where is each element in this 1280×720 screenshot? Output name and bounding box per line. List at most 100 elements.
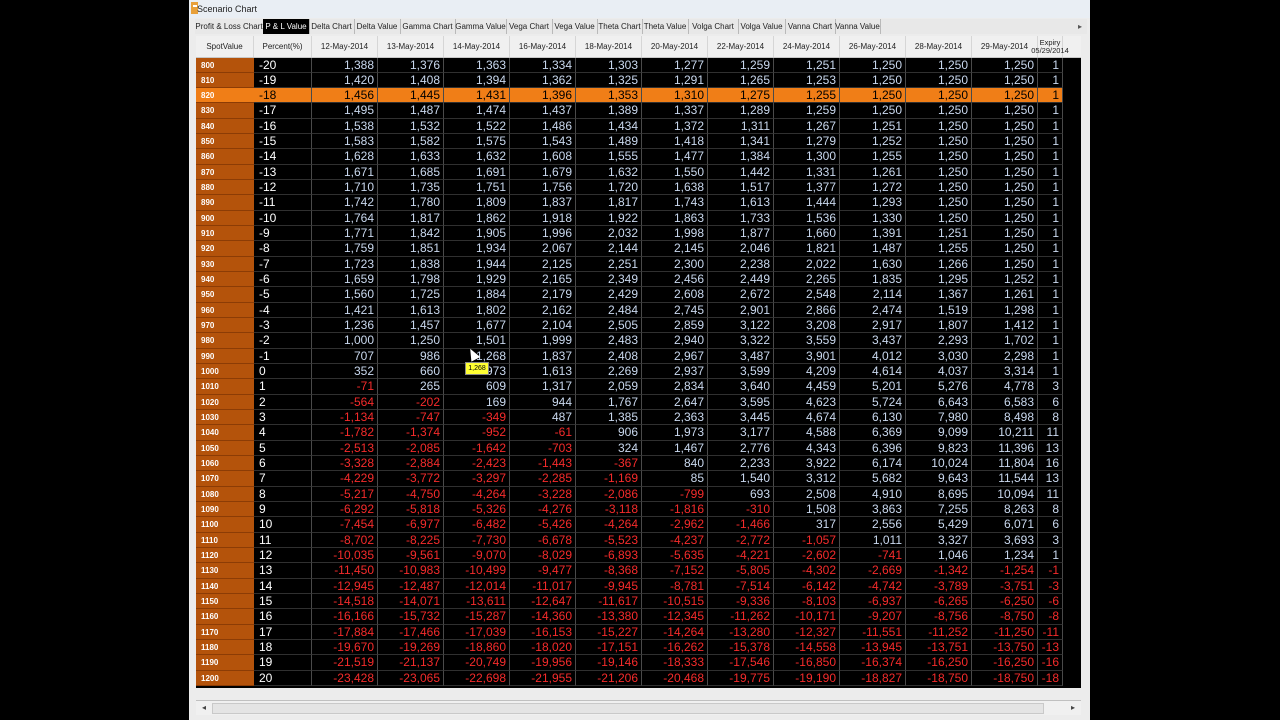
value-cell[interactable]: 4,623 xyxy=(774,394,840,411)
value-cell[interactable]: 609 xyxy=(444,379,510,395)
value-cell[interactable]: 1 xyxy=(1038,164,1063,181)
value-cell[interactable]: 4,674 xyxy=(774,410,840,426)
value-cell[interactable]: 1,934 xyxy=(444,241,510,257)
value-cell[interactable]: 3,640 xyxy=(708,379,774,395)
value-cell[interactable]: 10,024 xyxy=(906,456,972,472)
value-cell[interactable]: 10,211 xyxy=(972,425,1038,441)
value-cell[interactable]: -11,450 xyxy=(312,563,378,579)
value-cell[interactable]: 1,250 xyxy=(906,180,972,196)
percent-cell[interactable]: -10 xyxy=(254,210,312,227)
value-cell[interactable]: 906 xyxy=(576,425,642,441)
value-cell[interactable]: 1,252 xyxy=(840,134,906,150)
value-cell[interactable]: 1,251 xyxy=(774,57,840,73)
value-cell[interactable]: 3,487 xyxy=(708,348,774,365)
table-row[interactable]: 1100 10 -7,454 -6,977 -6,482 -5,426 -4,264 -2,9… xyxy=(196,517,1081,533)
value-cell[interactable]: -21,206 xyxy=(576,670,642,686)
table-row[interactable]: 880 -12 1,710 1,735 1,751 1,756 1,720 1,638 1,51… xyxy=(196,180,1081,196)
percent-cell[interactable]: 5 xyxy=(254,440,312,457)
value-cell[interactable]: -2,884 xyxy=(378,456,444,472)
value-cell[interactable]: 1,733 xyxy=(708,210,774,227)
value-cell[interactable]: 11,396 xyxy=(972,440,1038,457)
value-cell[interactable]: 1,613 xyxy=(510,364,576,380)
table-row[interactable]: 1190 19 -21,519 -21,137 -20,749 -19,956 -19,14… xyxy=(196,655,1081,671)
value-cell[interactable]: -9,336 xyxy=(708,594,774,610)
value-cell[interactable]: 1,272 xyxy=(840,180,906,196)
spot-value-cell[interactable]: 840 xyxy=(196,118,254,135)
value-cell[interactable]: 2,556 xyxy=(840,517,906,533)
value-cell[interactable]: 1,691 xyxy=(444,164,510,181)
value-cell[interactable]: -2,086 xyxy=(576,486,642,503)
percent-cell[interactable]: -3 xyxy=(254,318,312,334)
value-cell[interactable]: 2,647 xyxy=(642,394,708,411)
value-cell[interactable]: 2,456 xyxy=(642,272,708,288)
value-cell[interactable]: 2,508 xyxy=(774,486,840,503)
value-cell[interactable]: 1,236 xyxy=(312,318,378,334)
spot-value-cell[interactable]: 1190 xyxy=(196,655,254,671)
value-cell[interactable]: -1,134 xyxy=(312,410,378,426)
value-cell[interactable]: 2,104 xyxy=(510,318,576,334)
spot-value-cell[interactable]: 860 xyxy=(196,149,254,165)
value-cell[interactable]: -367 xyxy=(576,456,642,472)
spot-value-cell[interactable]: 800 xyxy=(196,57,254,73)
value-cell[interactable]: 1 xyxy=(1038,118,1063,135)
percent-cell[interactable]: -1 xyxy=(254,348,312,365)
value-cell[interactable]: 8,263 xyxy=(972,502,1038,518)
table-row[interactable]: 1020 2 -564 -202 169 944 1,767 2,647 3,595 4,623 5… xyxy=(196,394,1081,411)
column-header-13-may-2014[interactable]: 13-May-2014 xyxy=(378,36,444,57)
spot-value-cell[interactable]: 1020 xyxy=(196,394,254,411)
table-row[interactable]: 1070 7 -4,229 -3,772 -3,297 -2,285 -1,169 85 1,5… xyxy=(196,471,1081,487)
value-cell[interactable]: 2,505 xyxy=(576,318,642,334)
value-cell[interactable]: -4,742 xyxy=(840,578,906,595)
value-cell[interactable]: 1,250 xyxy=(906,57,972,73)
value-cell[interactable]: -799 xyxy=(642,486,708,503)
value-cell[interactable]: -1 xyxy=(1038,563,1063,579)
value-cell[interactable]: -6,142 xyxy=(774,578,840,595)
spot-value-cell[interactable]: 1010 xyxy=(196,379,254,395)
spot-value-cell[interactable]: 900 xyxy=(196,210,254,227)
percent-cell[interactable]: 0 xyxy=(254,364,312,380)
scroll-right-icon[interactable]: ▸ xyxy=(1067,702,1079,714)
value-cell[interactable]: 1,519 xyxy=(906,302,972,319)
value-cell[interactable]: 1,838 xyxy=(378,256,444,273)
table-row[interactable]: 850 -15 1,583 1,582 1,575 1,543 1,489 1,418 1,34… xyxy=(196,134,1081,150)
value-cell[interactable]: 2,032 xyxy=(576,226,642,242)
spot-value-cell[interactable]: 870 xyxy=(196,164,254,181)
value-cell[interactable]: 1,250 xyxy=(972,164,1038,181)
value-cell[interactable]: -310 xyxy=(708,502,774,518)
value-cell[interactable]: 2,145 xyxy=(642,241,708,257)
value-cell[interactable]: -5,635 xyxy=(642,548,708,564)
value-cell[interactable]: -2,085 xyxy=(378,440,444,457)
value-cell[interactable]: 1,377 xyxy=(774,180,840,196)
spot-value-cell[interactable]: 910 xyxy=(196,226,254,242)
tab-gamma-value[interactable]: Gamma Value xyxy=(455,19,507,34)
table-row[interactable]: 990 -1 707 986 1,268 1,837 2,408 2,967 3,487 3,90… xyxy=(196,348,1081,365)
value-cell[interactable]: 1,250 xyxy=(972,88,1038,104)
value-cell[interactable]: 1,821 xyxy=(774,241,840,257)
tab-vanna-value[interactable]: Vanna Value xyxy=(835,19,881,34)
value-cell[interactable]: -6,265 xyxy=(906,594,972,610)
column-header-18-may-2014[interactable]: 18-May-2014 xyxy=(576,36,642,57)
value-cell[interactable]: -747 xyxy=(378,410,444,426)
value-cell[interactable]: -2,513 xyxy=(312,440,378,457)
value-cell[interactable]: -2,285 xyxy=(510,471,576,487)
value-cell[interactable]: 2,022 xyxy=(774,256,840,273)
value-cell[interactable]: -15,227 xyxy=(576,624,642,640)
value-cell[interactable]: 1,372 xyxy=(642,118,708,135)
value-cell[interactable]: -11,551 xyxy=(840,624,906,640)
value-cell[interactable]: -15,287 xyxy=(444,609,510,625)
value-cell[interactable]: 4,459 xyxy=(774,379,840,395)
value-cell[interactable]: 1,000 xyxy=(312,333,378,349)
table-row[interactable]: 960 -4 1,421 1,613 1,802 2,162 2,484 2,745 2,901… xyxy=(196,302,1081,319)
value-cell[interactable]: 1,295 xyxy=(906,272,972,288)
value-cell[interactable]: 487 xyxy=(510,410,576,426)
value-cell[interactable]: -23,428 xyxy=(312,670,378,686)
percent-cell[interactable]: -16 xyxy=(254,118,312,135)
spot-value-cell[interactable]: 1160 xyxy=(196,609,254,625)
value-cell[interactable]: 1,918 xyxy=(510,210,576,227)
value-cell[interactable]: 1,252 xyxy=(972,272,1038,288)
value-cell[interactable]: -8,702 xyxy=(312,532,378,549)
value-cell[interactable]: 4,778 xyxy=(972,379,1038,395)
value-cell[interactable]: -6,937 xyxy=(840,594,906,610)
value-cell[interactable]: 2,548 xyxy=(774,287,840,303)
value-cell[interactable]: -18,333 xyxy=(642,655,708,671)
